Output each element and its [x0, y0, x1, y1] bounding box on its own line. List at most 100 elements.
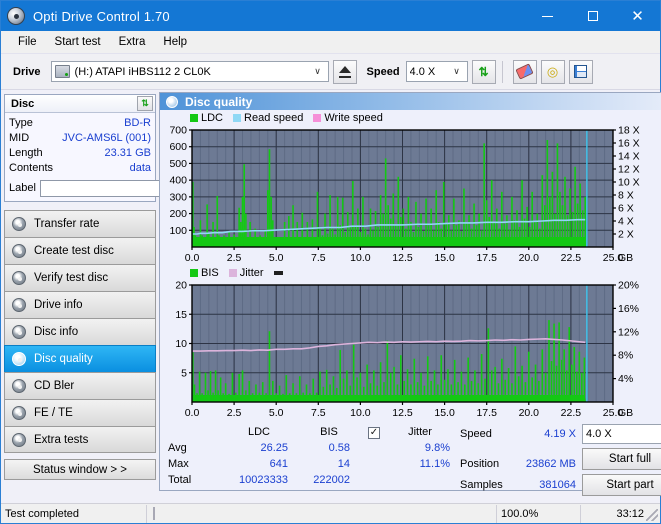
- svg-text:500: 500: [169, 158, 187, 170]
- erase-button[interactable]: [512, 59, 537, 84]
- svg-text:16%: 16%: [618, 303, 639, 315]
- svg-text:16 X: 16 X: [618, 138, 640, 150]
- disc-type-key: Type: [9, 117, 33, 129]
- disc-refresh-button[interactable]: ⇅: [137, 96, 153, 111]
- sidebar-item-fe-te[interactable]: FE / TE: [4, 399, 156, 426]
- eject-icon: [338, 65, 351, 78]
- drive-toolbar: Drive (H:) ATAPI iHBS112 2 CL0K ∨ Speed …: [1, 54, 660, 90]
- position-value: 23862 MB: [525, 458, 576, 471]
- menu-help[interactable]: Help: [154, 34, 196, 50]
- resize-grip[interactable]: [646, 509, 658, 521]
- stats-right: Speed 4.19 X Position 23862 MB Samples 3…: [456, 424, 661, 496]
- speed-value: 4.19 X: [544, 427, 576, 440]
- run-info-grid: Speed 4.19 X Position 23862 MB Samples 3…: [460, 424, 576, 496]
- svg-text:20.0: 20.0: [519, 252, 540, 264]
- drive-select[interactable]: (H:) ATAPI iHBS112 2 CL0K ∨: [50, 61, 329, 82]
- svg-text:17.5: 17.5: [476, 407, 497, 419]
- svg-text:15.0: 15.0: [434, 407, 455, 419]
- card-title: Disc quality: [185, 94, 253, 109]
- svg-text:12%: 12%: [618, 326, 639, 338]
- stats-max-ldc: 641: [269, 458, 288, 470]
- window-title: Opti Drive Control 1.70: [33, 8, 170, 24]
- svg-text:2 X: 2 X: [618, 229, 634, 241]
- drive-icon: [54, 65, 70, 78]
- minimize-button[interactable]: [525, 1, 570, 31]
- svg-text:12 X: 12 X: [618, 164, 640, 176]
- disc-contents-value: data: [129, 162, 151, 174]
- svg-text:700: 700: [169, 125, 187, 137]
- svg-text:5.0: 5.0: [269, 407, 284, 419]
- speed-key: Speed: [460, 427, 492, 440]
- bis-chart: BIS Jitter 5 10 15 20 4% 8% 12% 16% 20% 0.0 2.5 5.0…: [160, 265, 661, 420]
- disc-length-key: Length: [9, 147, 43, 159]
- start-full-button[interactable]: Start full: [582, 448, 661, 470]
- legend-label: Jitter: [239, 267, 264, 279]
- sidebar-item-cd-bler[interactable]: CD Bler: [4, 372, 156, 399]
- sidebar-item-drive-info[interactable]: Drive info: [4, 291, 156, 318]
- legend-write-speed: Write speed: [313, 112, 383, 124]
- status-window-button[interactable]: Status window > >: [4, 459, 156, 480]
- disc-icon: [12, 244, 26, 258]
- disc-length-value: 23.31 GB: [104, 147, 151, 159]
- start-part-button[interactable]: Start part: [582, 474, 661, 496]
- svg-text:20%: 20%: [618, 280, 639, 292]
- disc-tools-button[interactable]: ◎: [540, 59, 565, 84]
- test-speed-select[interactable]: 4.0 X ∨: [582, 424, 661, 444]
- jitter-checkbox[interactable]: ✓: [368, 427, 380, 439]
- disc-icon: [12, 325, 26, 339]
- stats-header-bis: BIS: [320, 426, 338, 438]
- disc-panel-title: Disc: [11, 97, 35, 110]
- svg-text:7.5: 7.5: [311, 407, 326, 419]
- disc-icon: [12, 352, 26, 366]
- legend-label: Read speed: [244, 112, 304, 124]
- disc-icon: [12, 298, 26, 312]
- stats-table: LDC BIS ✓ Jitter Avg 26.25 0.58 9.8% Max…: [160, 424, 456, 496]
- save-button[interactable]: [568, 59, 593, 84]
- svg-text:8 X: 8 X: [618, 190, 634, 202]
- svg-text:GB: GB: [618, 252, 633, 264]
- eject-button[interactable]: [332, 59, 357, 84]
- disc-label-row: Label ◉: [9, 179, 239, 197]
- disc-label-key: Label: [9, 182, 36, 194]
- stats-max-jitter: 11.1%: [419, 458, 450, 470]
- disc-quality-icon: [166, 95, 178, 108]
- refresh-button[interactable]: ⇅: [471, 59, 496, 84]
- sidebar-item-disc-quality[interactable]: Disc quality: [4, 345, 156, 372]
- minimize-icon: [542, 15, 553, 17]
- sidebar-item-extra-tests[interactable]: Extra tests: [4, 426, 156, 453]
- svg-text:300: 300: [169, 191, 187, 203]
- sidebar-item-transfer-rate[interactable]: Transfer rate: [4, 210, 156, 237]
- drive-label: Drive: [13, 65, 41, 78]
- menu-bar: File Start test Extra Help: [1, 31, 660, 54]
- maximize-button[interactable]: [570, 1, 615, 31]
- sidebar-item-create-test-disc[interactable]: Create test disc: [4, 237, 156, 264]
- svg-text:12.5: 12.5: [392, 252, 413, 264]
- svg-text:20.0: 20.0: [519, 407, 540, 419]
- menu-start-test[interactable]: Start test: [46, 34, 110, 50]
- sidebar-item-verify-test-disc[interactable]: Verify test disc: [4, 264, 156, 291]
- maximize-icon: [587, 11, 598, 21]
- speed-select[interactable]: 4.0 X ∨: [405, 61, 468, 82]
- samples-key: Samples: [460, 479, 503, 492]
- stats-row-max-key: Max: [168, 458, 189, 470]
- close-button[interactable]: ✕: [615, 1, 660, 31]
- save-icon: [574, 65, 588, 78]
- stats-total-bis: 222002: [313, 474, 350, 486]
- main-body: Disc ⇅ Type BD-R MID JVC-AMS6L (001) Len…: [1, 90, 661, 496]
- legend-swatch-icon: [313, 114, 322, 122]
- app-disc-icon: [7, 7, 25, 25]
- disc-contents-key: Contents: [9, 162, 54, 174]
- speed-select-value: 4.0 X: [409, 65, 436, 78]
- svg-text:5.0: 5.0: [269, 252, 284, 264]
- eraser-icon: [515, 63, 534, 80]
- legend-swatch-icon: [228, 269, 237, 277]
- menu-extra[interactable]: Extra: [110, 34, 155, 50]
- menu-file[interactable]: File: [9, 34, 46, 50]
- nav-list: Transfer rate Create test disc Verify te…: [4, 210, 156, 453]
- status-message: Test completed: [1, 504, 147, 523]
- jitter-checkbox-cell: ✓: [360, 424, 386, 440]
- sidebar-item-disc-info[interactable]: Disc info: [4, 318, 156, 345]
- status-window-wrap: Status window > >: [4, 459, 156, 480]
- disc-icon: [12, 432, 26, 447]
- svg-text:10.0: 10.0: [350, 252, 371, 264]
